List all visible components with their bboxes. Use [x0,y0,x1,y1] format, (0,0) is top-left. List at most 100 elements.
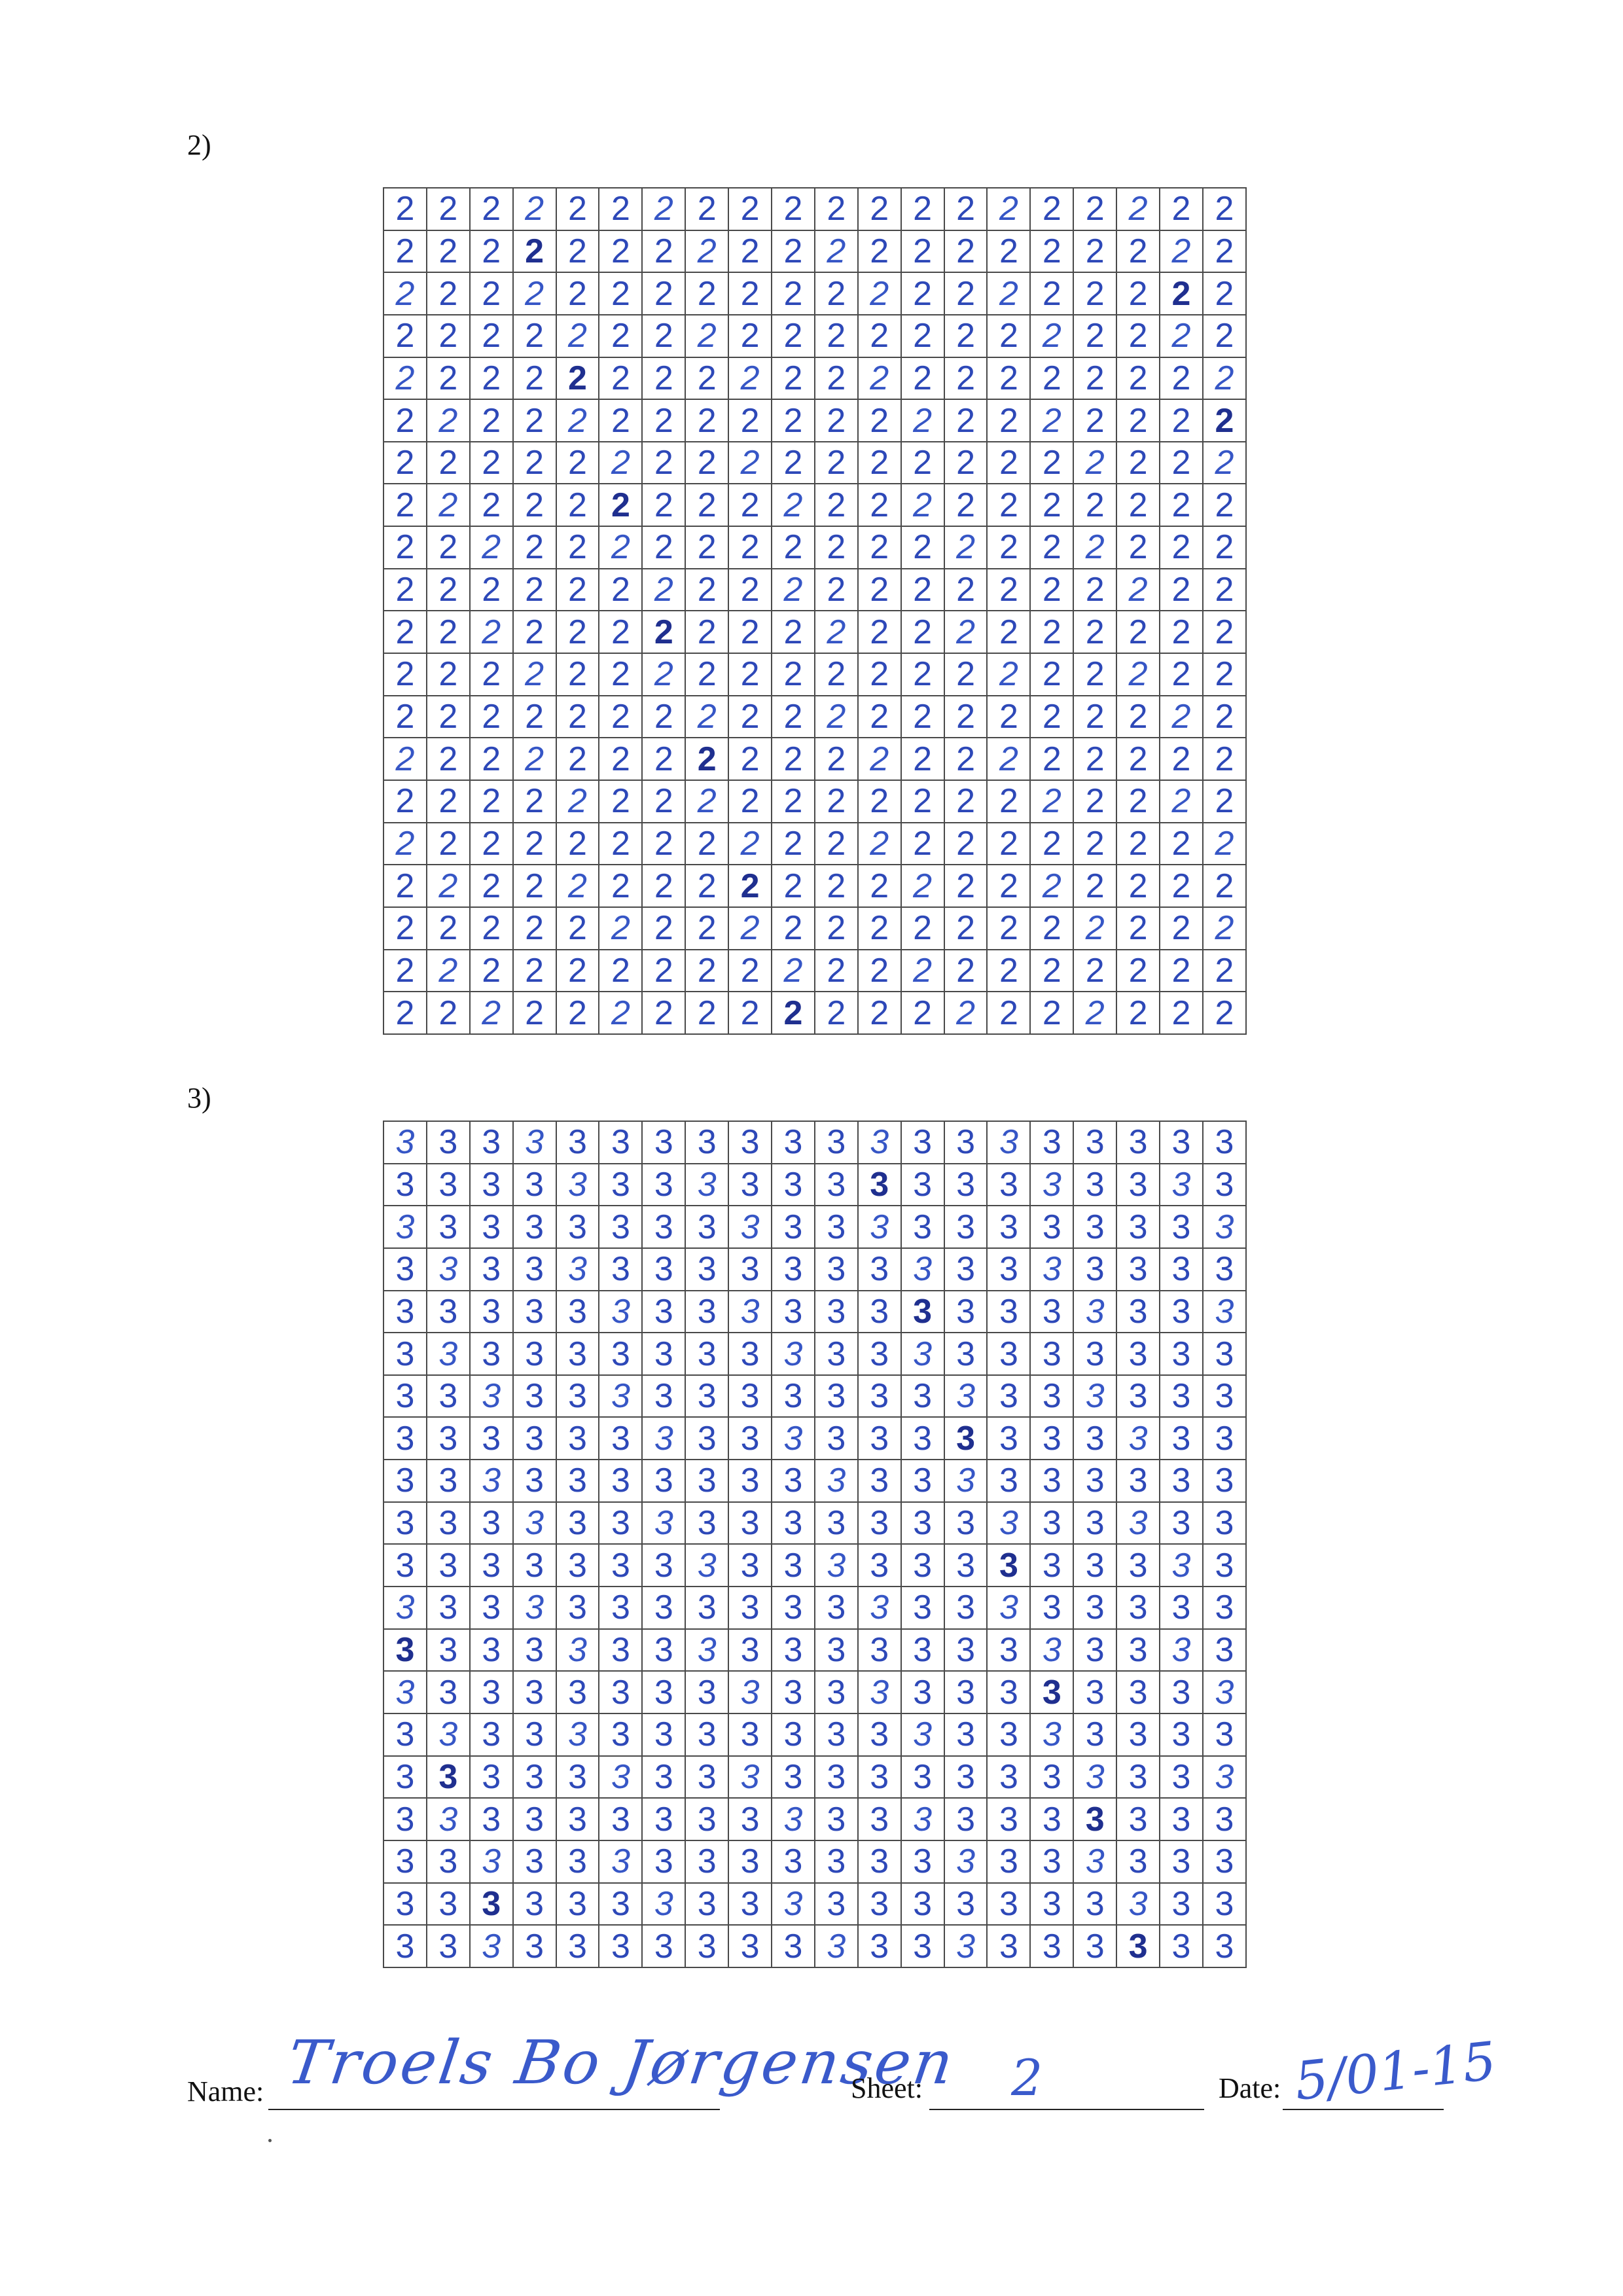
grid-cell: 3 [771,1374,815,1418]
grid-cell: 2 [1116,864,1161,908]
grid-cell: 2 [986,948,1031,993]
grid-cell: 2 [1159,991,1204,1035]
grid-cell: 3 [641,1247,687,1291]
grid-row: 22222222222222222222 [383,314,1247,358]
grid-cell: 3 [857,1121,902,1164]
grid-row: 33333333333333333333 [383,1416,1247,1461]
grid-cell: 3 [425,1670,471,1714]
grid-cell: 2 [857,483,902,528]
grid-cell: 3 [469,1839,514,1884]
grid-cell: 3 [900,1459,945,1503]
grid-cell: 2 [685,483,730,528]
grid-cell: 3 [857,1924,902,1968]
grid-cell: 2 [512,906,557,950]
grid-cell: 3 [469,1416,514,1461]
grid-cell: 2 [900,440,945,485]
grid-row: 22222222222222222222 [383,229,1247,274]
grid-row: 33333333333333333333 [383,1289,1247,1334]
grid-cell: 3 [685,1289,730,1334]
grid-cell: 2 [555,821,600,866]
grid-cell: 2 [1159,610,1204,655]
grid-cell: 3 [900,1882,945,1926]
grid-cell: 2 [469,948,514,993]
sheet-handwritten-value: 2 [1011,2049,1043,2107]
grid-cell: 2 [813,906,859,950]
grid-cell: 3 [1029,1586,1075,1630]
grid-cell: 3 [598,1501,643,1545]
grid-cell: 3 [857,1416,902,1461]
date-handwritten-value: 5/01-15 [1291,2030,1499,2112]
grid-cell: 3 [943,1712,988,1757]
grid-cell: 2 [512,187,557,231]
grid-cell: 3 [512,1205,557,1249]
grid-cell: 3 [469,1247,514,1291]
grid-cell: 2 [986,229,1031,274]
grid-cell: 3 [900,1205,945,1249]
grid-cell: 3 [900,1289,945,1334]
grid-cell: 3 [469,1797,514,1841]
grid-cell: 3 [771,1755,815,1799]
grid-cell: 2 [1116,653,1161,696]
grid-row: 22222222222222222222 [383,440,1247,485]
grid-cell: 3 [1029,1797,1075,1841]
grid-cell: 2 [641,526,687,569]
grid-cell: 3 [813,1416,859,1461]
grid-row: 22222222222222222222 [383,991,1247,1035]
grid-cell: 2 [1073,399,1118,442]
grid-cell: 3 [728,1501,773,1545]
grid-cell: 3 [857,1797,902,1841]
grid-cell: 2 [1202,948,1247,993]
grid-cell: 3 [728,1162,773,1207]
grid-cell: 3 [685,1797,730,1841]
grid-cell: 2 [771,229,815,274]
grid-cell: 3 [986,1162,1031,1207]
grid-cell: 2 [685,526,730,569]
grid-cell: 3 [512,1628,557,1672]
grid-cell: 3 [383,1121,427,1164]
grid-cell: 3 [943,1755,988,1799]
grid-cell: 3 [986,1670,1031,1714]
grid-row: 22222222222222222222 [383,610,1247,655]
grid-cell: 2 [641,864,687,908]
grid-cell: 2 [425,229,471,274]
grid-cell: 2 [469,526,514,569]
grid-cell: 2 [1029,821,1075,866]
grid-cell: 3 [685,1416,730,1461]
grid-cell: 2 [469,567,514,612]
grid-cell: 2 [943,567,988,612]
grid-cell: 3 [555,1459,600,1503]
grid-cell: 2 [943,399,988,442]
grid-cell: 3 [986,1839,1031,1884]
grid-cell: 2 [813,864,859,908]
grid-cell: 2 [813,779,859,823]
grid-cell: 2 [771,483,815,528]
grid-cell: 3 [1116,1712,1161,1757]
grid-cell: 3 [900,1543,945,1588]
grid-cell: 2 [857,187,902,231]
grid-cell: 2 [900,906,945,950]
grid-row: 33333333333333333333 [383,1332,1247,1376]
grid-cell: 2 [685,821,730,866]
grid-cell: 2 [555,440,600,485]
grid-cell: 2 [1029,991,1075,1035]
grid-cell: 2 [1029,272,1075,315]
grid-cell: 2 [813,653,859,696]
grid-cell: 3 [813,1247,859,1291]
grid-cell: 2 [383,948,427,993]
grid-cell: 3 [641,1501,687,1545]
grid-cell: 2 [641,737,687,781]
grid-cell: 3 [1029,1839,1075,1884]
grid-cell: 2 [1073,272,1118,315]
grid-cell: 3 [598,1839,643,1884]
grid-cell: 2 [1116,526,1161,569]
grid-cell: 3 [986,1247,1031,1291]
grid-cell: 2 [641,567,687,612]
grid-cell: 2 [383,653,427,696]
grid-cell: 3 [771,1205,815,1249]
grid-cell: 2 [771,948,815,993]
grid-cell: 2 [900,821,945,866]
grid-cell: 3 [943,1121,988,1164]
grid-cell: 3 [857,1755,902,1799]
grid-cell: 3 [685,1374,730,1418]
grid-cell: 3 [685,1247,730,1291]
